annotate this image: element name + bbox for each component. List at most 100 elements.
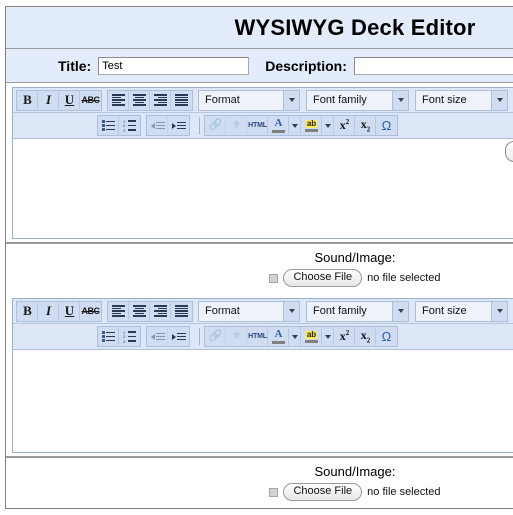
forecolor-dropdown[interactable] (289, 116, 301, 135)
title-input[interactable] (98, 56, 250, 75)
bullet-list-button[interactable] (98, 327, 119, 346)
fontsize-select[interactable]: Font size (415, 89, 508, 111)
fontfamily-select[interactable]: Font family (306, 300, 409, 322)
unlink-icon: ⚜ (231, 330, 242, 342)
bold-icon: B (23, 92, 32, 107)
align-justify-button[interactable] (171, 91, 192, 110)
align-left-button[interactable] (108, 301, 129, 321)
alignment-group (107, 89, 193, 111)
editor-canvas-back[interactable] (13, 349, 513, 452)
link-button[interactable]: 🔗 (205, 327, 226, 346)
editor-canvas-front[interactable] (13, 138, 513, 238)
subscript-icon: x2 (360, 328, 371, 345)
editor-panel-front: B I U ABC Format Font family Font size 1… (6, 87, 513, 243)
bold-button[interactable]: B (17, 90, 38, 110)
chevron-down-icon[interactable] (283, 90, 299, 110)
backcolor-button[interactable]: ab (301, 327, 322, 346)
forecolor-button[interactable]: A (268, 327, 289, 346)
charmap-button[interactable]: Ω (376, 327, 397, 346)
editor-panel-back: B I U ABC Format Font family Font size 1… (6, 298, 513, 457)
link-icon: 🔗 (208, 119, 223, 131)
chevron-down-icon[interactable] (491, 301, 507, 321)
subscript-button[interactable]: x2 (355, 327, 376, 346)
charmap-button[interactable]: Ω (376, 116, 397, 135)
format-select[interactable]: Format (198, 300, 300, 322)
description-label: Description: (265, 57, 347, 74)
deck-meta-row: Title: Description: (6, 49, 513, 83)
bullet-list-button[interactable] (98, 116, 119, 135)
underline-button[interactable]: U (59, 90, 80, 110)
italic-button[interactable]: I (38, 301, 59, 321)
align-center-button[interactable] (129, 90, 150, 110)
chevron-down-icon[interactable] (283, 301, 299, 321)
backcolor-button[interactable]: ab (301, 116, 322, 135)
unlink-icon: ⚜ (231, 119, 242, 131)
align-left-icon (112, 94, 125, 106)
file-picker-row: Choose File no file selected (6, 269, 513, 287)
backcolor-dropdown[interactable] (322, 327, 334, 346)
underline-icon: U (64, 92, 75, 107)
unlink-button[interactable]: ⚜ (226, 116, 247, 135)
numbered-list-button[interactable]: 1 2 3 (119, 116, 140, 135)
offscreen-control-clipped[interactable] (505, 141, 513, 162)
broken-image-icon (269, 487, 279, 497)
forecolor-button[interactable]: A (268, 116, 289, 135)
text-color-icon: A (272, 329, 285, 344)
fontfamily-select-value: Font family (307, 301, 392, 321)
bullet-list-icon (102, 331, 115, 342)
superscript-button[interactable]: x2 (334, 327, 355, 346)
fontsize-select[interactable]: Font size (415, 300, 508, 322)
underline-icon: U (64, 303, 75, 318)
superscript-button[interactable]: x2 (334, 116, 355, 135)
choose-file-button[interactable]: Choose File (283, 269, 363, 287)
format-select[interactable]: Format (198, 89, 300, 111)
align-right-button[interactable] (150, 301, 171, 321)
chevron-down-icon[interactable] (392, 301, 408, 321)
html-source-button[interactable]: HTML (247, 327, 268, 346)
subscript-button[interactable]: x2 (355, 116, 376, 135)
outdent-button[interactable] (147, 327, 168, 346)
sound-image-label: Sound/Image: (314, 250, 396, 265)
underline-button[interactable]: U (59, 301, 80, 321)
link-group: 🔗 ⚜ HTML A ab x2 x2 Ω (204, 115, 398, 136)
editor-toolbar-row2-back: 1 2 3 🔗 ⚜ HTML A ab x2 x2 Ω (13, 324, 513, 349)
chevron-down-icon[interactable] (392, 90, 408, 110)
align-left-icon (112, 305, 125, 317)
forecolor-dropdown[interactable] (289, 327, 301, 346)
align-justify-button[interactable] (171, 302, 192, 321)
bold-button[interactable]: B (17, 301, 38, 321)
numbered-list-button[interactable]: 1 2 3 (119, 327, 140, 346)
choose-file-button[interactable]: Choose File (283, 483, 363, 501)
numbered-list-icon: 1 2 3 (123, 119, 136, 132)
html-icon: HTML (248, 122, 267, 129)
numbered-list-icon: 1 2 3 (123, 330, 136, 343)
strikethrough-button[interactable]: ABC (80, 302, 101, 321)
link-button[interactable]: 🔗 (205, 116, 226, 135)
bold-icon: B (23, 303, 32, 318)
html-source-button[interactable]: HTML (247, 116, 268, 135)
highlight-color-icon: ab (305, 119, 318, 132)
outdent-button[interactable] (147, 116, 168, 135)
sound-image-section-back: Sound/Image: Choose File no file selecte… (6, 457, 513, 508)
unlink-button[interactable]: ⚜ (226, 327, 247, 346)
indent-button[interactable] (168, 116, 189, 135)
chevron-down-icon[interactable] (491, 90, 507, 110)
align-right-button[interactable] (150, 90, 171, 110)
description-input[interactable] (353, 56, 513, 75)
backcolor-dropdown[interactable] (322, 116, 334, 135)
strikethrough-icon: ABC (81, 306, 101, 316)
fontfamily-select[interactable]: Font family (306, 89, 409, 111)
outdent-icon (150, 332, 165, 341)
text-color-icon: A (272, 118, 285, 133)
wysiwyg-editor-front: B I U ABC Format Font family Font size 1… (12, 87, 513, 239)
file-picker-row: Choose File no file selected (6, 483, 513, 501)
fontsize-select-value: Font size (416, 90, 491, 110)
indent-button[interactable] (168, 327, 189, 346)
italic-icon: I (45, 303, 52, 318)
align-left-button[interactable] (108, 90, 129, 110)
omega-icon: Ω (381, 118, 392, 133)
align-center-button[interactable] (129, 301, 150, 321)
strikethrough-button[interactable]: ABC (80, 91, 101, 110)
italic-button[interactable]: I (38, 90, 59, 110)
highlight-color-icon: ab (305, 330, 318, 343)
